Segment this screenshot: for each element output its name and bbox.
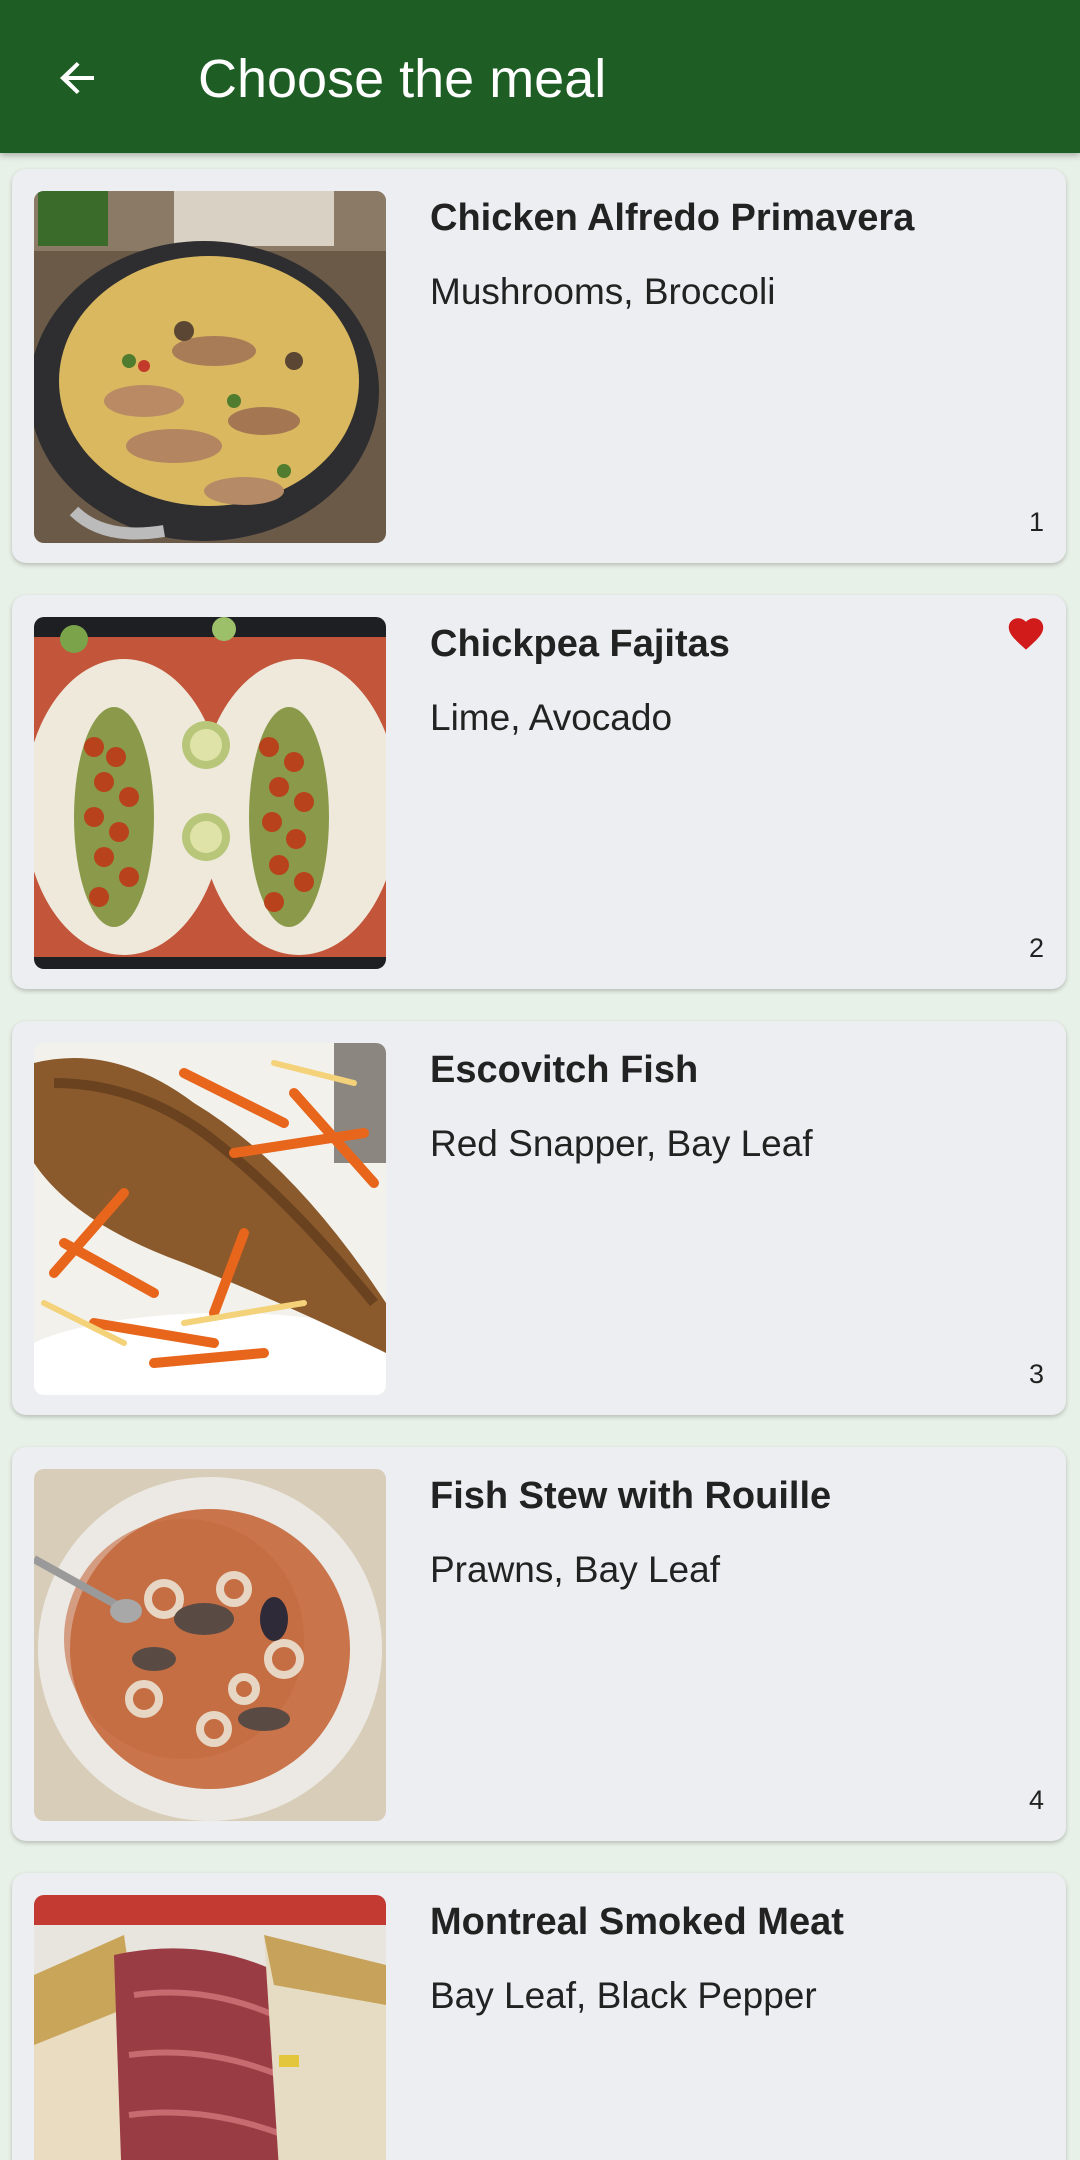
meal-ingredients: Lime, Avocado bbox=[430, 697, 673, 738]
meal-title: Montreal Smoked Meat bbox=[430, 1901, 844, 1943]
meal-card[interactable]: Montreal Smoked Meat Bay Leaf, Black Pep… bbox=[12, 1873, 1066, 2160]
meal-ingredients: Mushrooms, Broccoli bbox=[430, 271, 776, 312]
back-button[interactable] bbox=[40, 40, 115, 115]
meal-ingredients: Bay Leaf, Black Pepper bbox=[430, 1975, 817, 2016]
meal-card[interactable]: Chicken Alfredo Primavera Mushrooms, Bro… bbox=[12, 169, 1066, 563]
arrow-back-icon bbox=[59, 61, 94, 94]
heart-icon[interactable] bbox=[1008, 617, 1044, 651]
meal-card[interactable]: Escovitch Fish Red Snapper, Bay Leaf 3 bbox=[12, 1021, 1066, 1415]
meal-card[interactable]: Chickpea Fajitas Lime, Avocado 2 bbox=[12, 595, 1066, 989]
meal-index: 2 bbox=[1028, 933, 1044, 963]
meal-card[interactable]: Fish Stew with Rouille Prawns, Bay Leaf … bbox=[12, 1447, 1066, 1841]
page-title: Choose the meal bbox=[198, 49, 607, 109]
meal-image bbox=[34, 1043, 386, 1395]
meal-ingredients: Red Snapper, Bay Leaf bbox=[430, 1123, 813, 1164]
meal-title: Chickpea Fajitas bbox=[430, 623, 730, 665]
meal-list[interactable]: Chicken Alfredo Primavera Mushrooms, Bro… bbox=[0, 153, 1080, 2160]
meal-index: 4 bbox=[1028, 1785, 1044, 1815]
meal-index: 1 bbox=[1028, 507, 1044, 537]
meal-image bbox=[34, 617, 386, 969]
meal-title: Chicken Alfredo Primavera bbox=[430, 197, 915, 239]
meal-title: Fish Stew with Rouille bbox=[430, 1475, 832, 1517]
meal-title: Escovitch Fish bbox=[430, 1049, 699, 1091]
meal-index: 3 bbox=[1028, 1359, 1044, 1389]
top-app-bar: Choose the meal bbox=[0, 0, 1080, 153]
meal-ingredients: Prawns, Bay Leaf bbox=[430, 1549, 720, 1590]
meal-image bbox=[34, 191, 386, 543]
meal-image bbox=[34, 1895, 386, 2160]
meal-image bbox=[34, 1469, 386, 1821]
